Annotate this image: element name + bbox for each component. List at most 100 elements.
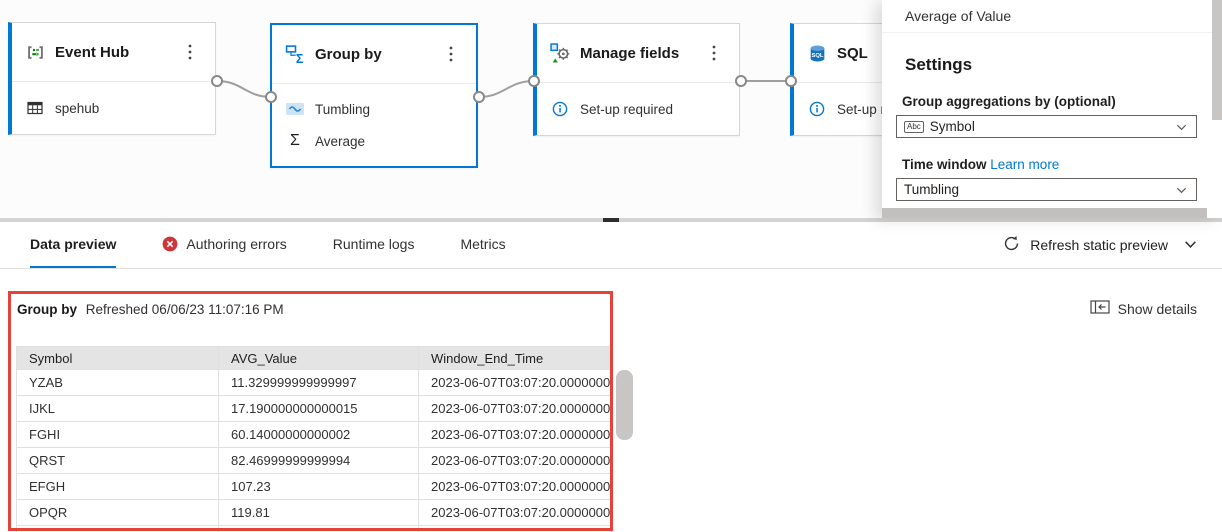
tab-metrics[interactable]: Metrics [460,222,505,268]
table-cell: QRST [17,448,219,473]
tab-label: Authoring errors [186,236,287,252]
canvas-scrollbar-thumb[interactable] [603,218,619,222]
chevron-down-icon [1175,121,1188,134]
table-row: KLMN 126.42000000000004 2023-06-07T03:07… [17,526,613,532]
time-window-label: Time window Learn more [902,157,1222,172]
column-header: Symbol [17,347,219,369]
tab-label: Metrics [460,236,506,252]
node-header: Event Hub [12,23,215,82]
time-window-dropdown[interactable]: Tumbling [896,178,1197,201]
table-cell: 2023-06-07T03:07:20.0000000Z [431,427,613,442]
preview-header: Group by Refreshed 06/06/23 11:07:16 PM [17,302,284,317]
sql-database-icon: SQL [807,43,828,64]
node-row-label: Set-up required [580,101,674,117]
table-row: IJKL 17.190000000000015 2023-06-07T03:07… [17,396,613,422]
show-details-icon [1090,300,1110,317]
node-group-by[interactable]: Σ Group by Tumbling Σ Average [270,23,478,168]
tab-runtime-logs[interactable]: Runtime logs [333,222,415,268]
info-icon [807,101,827,117]
table-row: FGHI 60.14000000000002 2023-06-07T03:07:… [17,422,613,448]
show-details-label: Show details [1117,300,1197,317]
node-title: Event Hub [55,43,130,61]
table-cell: KLMN [17,526,219,532]
table-row: YZAB 11.329999999999997 2023-06-07T03:07… [17,370,613,396]
kebab-menu-icon[interactable] [709,44,719,62]
canvas-horizontal-scrollbar[interactable] [0,218,1222,222]
error-icon [162,236,178,252]
refresh-icon [1003,235,1020,255]
column-header: AVG_Value [219,347,419,369]
node-row: Set-up required [550,93,739,125]
preview-refreshed-text: Refreshed 06/06/23 11:07:16 PM [85,302,284,317]
node-body: Tumbling Σ Average [272,84,476,166]
node-row-label: spehub [55,100,100,116]
table-row: EFGH 107.23 2023-06-07T03:07:20.0000000Z [17,474,613,500]
dropdown-value: Symbol [929,119,975,134]
table-cell: EFGH [17,474,219,499]
time-window-label-text: Time window [902,157,987,172]
preview-source-title: Group by [17,302,77,317]
table-cell: 2023-06-07T03:07:20.0000000Z [419,526,613,532]
table-cell: FGHI [17,422,219,447]
refresh-label: Refresh static preview [1030,236,1168,253]
table-cell: 119.81 [219,500,419,525]
settings-title: Settings [905,55,973,74]
svg-text:Σ: Σ [296,51,304,64]
table-cell: 2023-06-07T03:07:20.0000000Z [431,453,613,468]
node-title: Group by [315,45,382,63]
node-row: Tumbling [285,93,476,125]
aggregation-list-item[interactable]: Average of Value [882,0,1222,33]
refresh-static-preview-button[interactable]: Refresh static preview [1003,222,1198,267]
tumbling-window-icon [285,103,305,115]
table-cell: 82.46999999999994 [219,448,419,473]
node-header: Σ Group by [272,25,476,84]
preview-table: Symbol AVG_Value Window_End_Time YZAB 11… [16,346,613,532]
chevron-down-icon [1175,184,1188,197]
table-cell: 107.23 [219,474,419,499]
node-row-label: Tumbling [315,101,371,117]
table-cell: 2023-06-07T03:07:20.0000000Z [431,479,613,494]
table-row: OPQR 119.81 2023-06-07T03:07:20.0000000Z [17,500,613,526]
info-icon [550,101,570,117]
node-row: spehub [25,92,215,124]
kebab-menu-icon[interactable] [446,45,456,63]
table-cell: 2023-06-07T03:07:20.0000000Z [431,505,613,520]
table-cell: 126.42000000000004 [219,526,419,532]
kebab-menu-icon[interactable] [185,43,195,61]
table-cell: OPQR [17,500,219,525]
tab-authoring-errors[interactable]: Authoring errors [162,222,287,268]
stream-analytics-editor: Event Hub spehub Σ Group by Tumbling Σ A… [0,0,1222,532]
tab-label: Data preview [30,236,117,252]
show-details-button[interactable]: Show details [1090,300,1197,317]
table-cell: 11.329999999999997 [219,370,419,395]
panel-vertical-scrollbar[interactable] [1212,0,1222,120]
table-cell: IJKL [17,396,219,421]
node-row: Σ Average [285,125,476,157]
chevron-down-icon[interactable] [1183,237,1198,252]
tab-data-preview[interactable]: Data preview [30,222,117,268]
node-body: Set-up required [537,83,739,135]
node-manage-fields[interactable]: Manage fields Set-up required [533,23,740,136]
learn-more-link[interactable]: Learn more [990,157,1059,172]
table-icon [25,100,45,116]
panel-horizontal-scrollbar[interactable] [882,208,1207,218]
svg-text:SQL: SQL [811,52,823,58]
table-row: QRST 82.46999999999994 2023-06-07T03:07:… [17,448,613,474]
tabs: Data preview Authoring errors Runtime lo… [0,222,506,268]
node-header: Manage fields [537,24,739,83]
table-scrollbar-thumb[interactable] [616,370,633,440]
group-aggregations-dropdown[interactable]: Abc Symbol [896,115,1197,138]
column-header: Window_End_Time [431,350,544,366]
event-hub-icon [25,42,46,63]
manage-fields-icon [550,42,571,64]
field-type-abc-icon: Abc [904,120,924,133]
table-cell: 17.190000000000015 [219,396,419,421]
table-cell: YZAB [17,370,219,395]
group-by-icon: Σ [285,44,306,65]
node-row-label: Average [315,133,366,149]
dropdown-value: Tumbling [904,182,960,197]
table-cell: 2023-06-07T03:07:20.0000000Z [431,375,613,390]
settings-panel: Average of Value Settings Group aggregat… [882,0,1222,218]
table-cell: 60.14000000000002 [219,422,419,447]
node-event-hub[interactable]: Event Hub spehub [8,22,216,135]
